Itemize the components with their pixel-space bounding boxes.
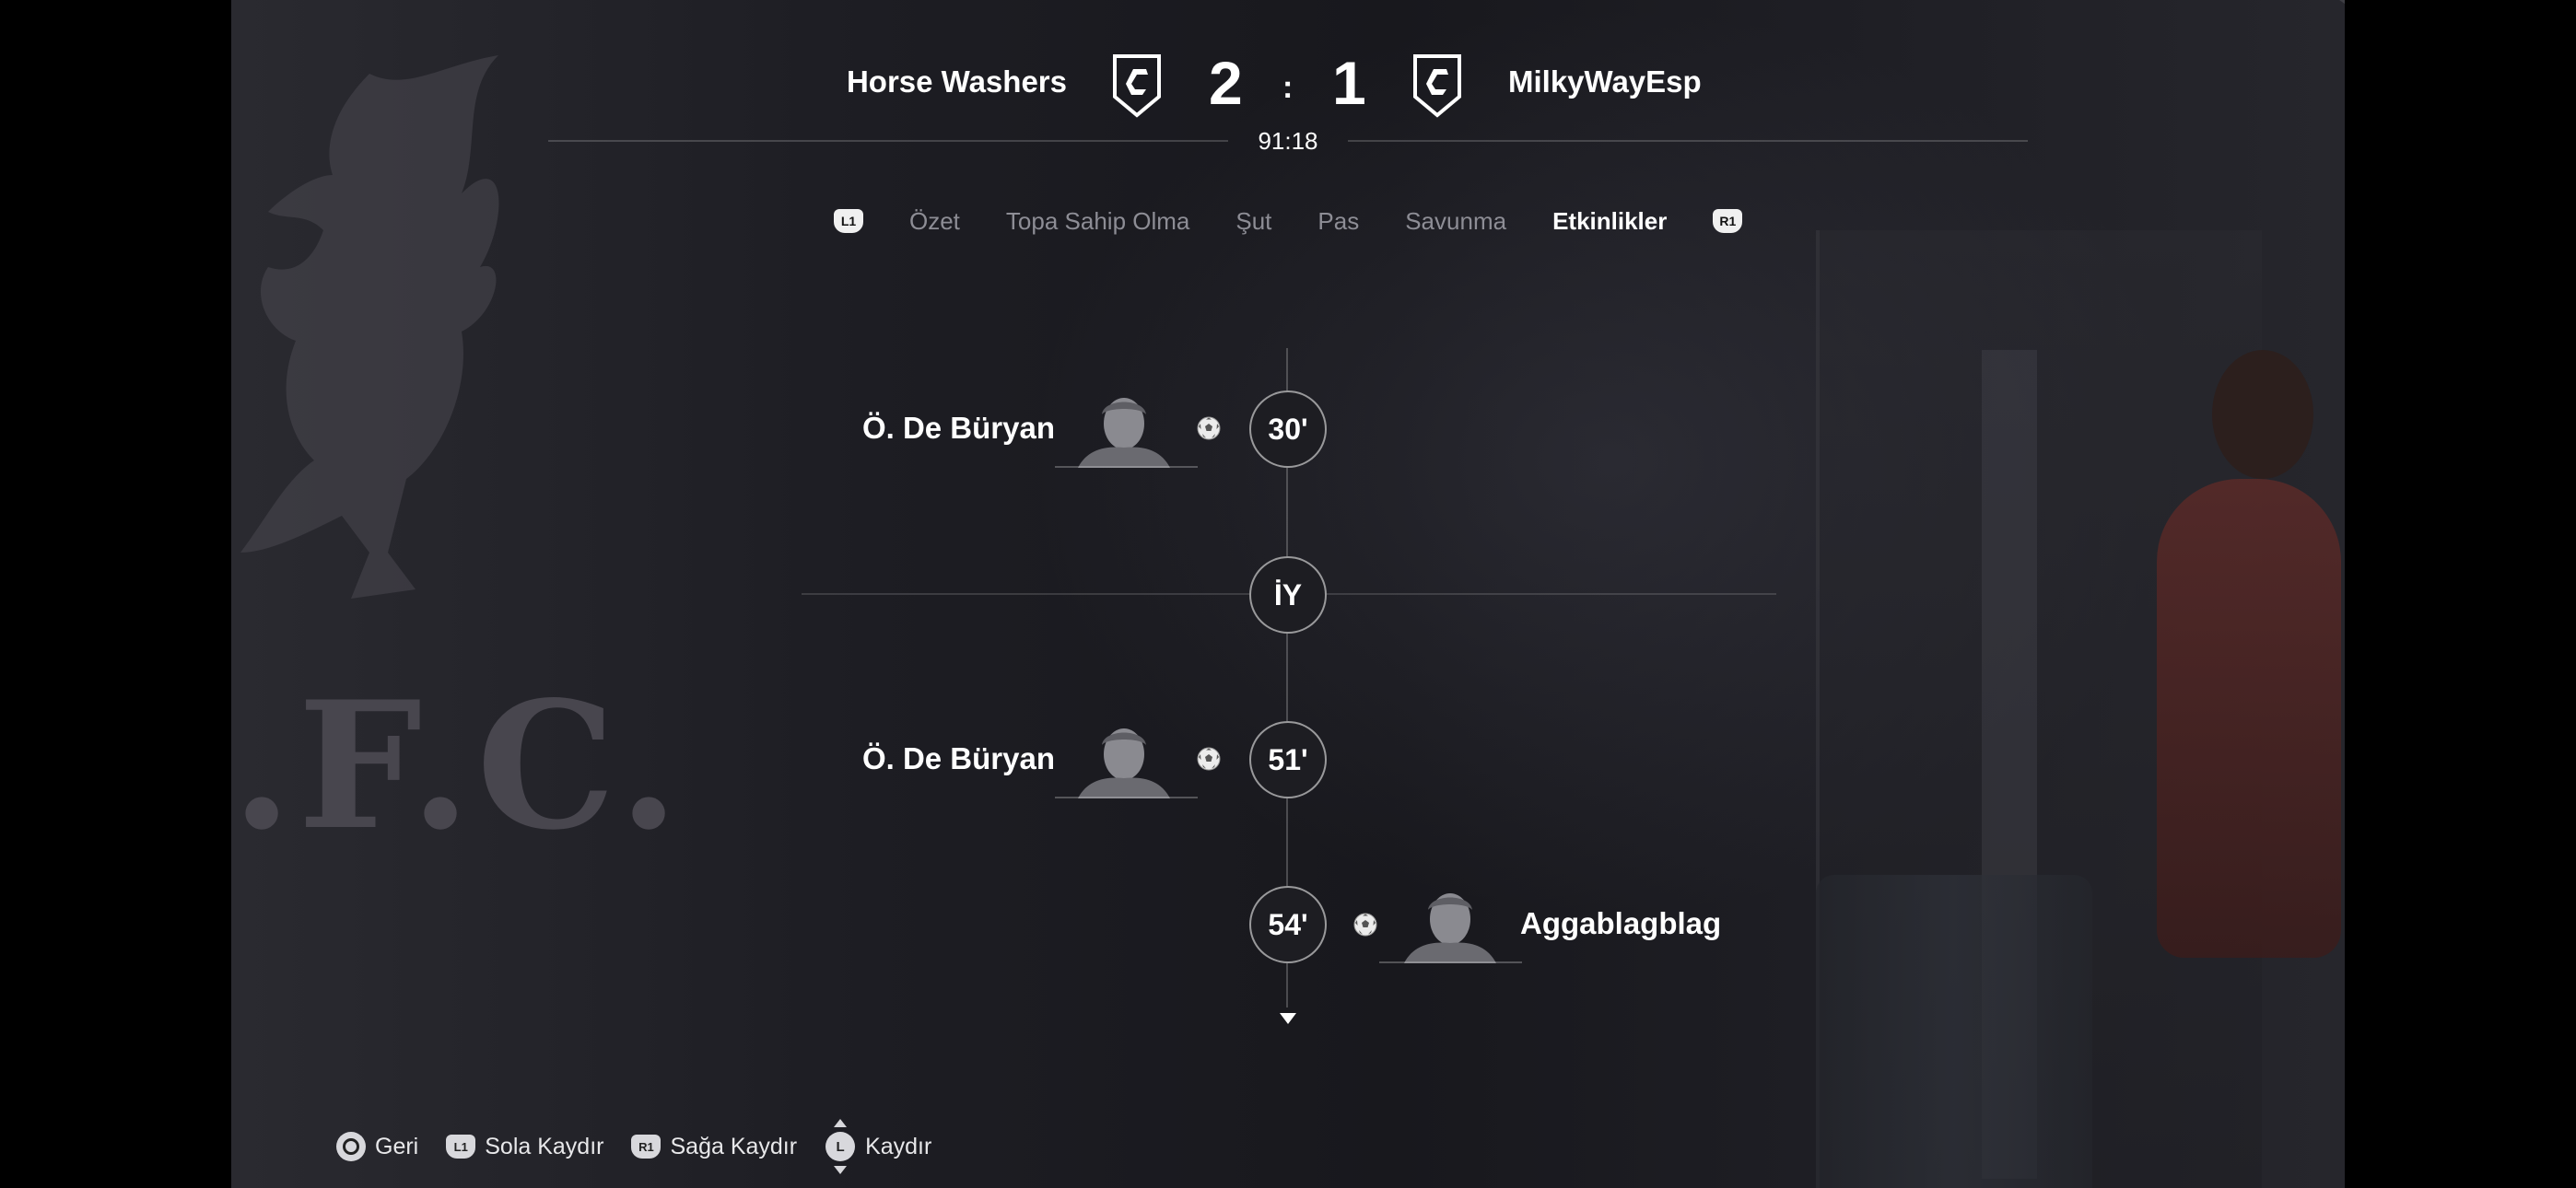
r1-button-icon: R1 <box>631 1135 662 1159</box>
away-club-crest-icon <box>1413 54 1461 118</box>
home-score: 2 <box>1209 49 1243 117</box>
tab-shooting[interactable]: Şut <box>1235 207 1271 236</box>
player-avatar-icon <box>1078 398 1170 468</box>
home-club-crest-icon <box>1113 54 1161 118</box>
background-steward-head <box>2212 350 2313 479</box>
scroll-left-prompt[interactable]: L1 Sola Kaydır <box>446 1134 603 1160</box>
tab-passing[interactable]: Pas <box>1317 207 1359 236</box>
header-divider-right <box>1348 140 2028 142</box>
tab-defending[interactable]: Savunma <box>1405 207 1506 236</box>
away-team-name: MilkyWayEsp <box>1508 64 1702 99</box>
avatar-underline <box>1055 466 1198 468</box>
button-prompt-bar: Geri L1 Sola Kaydır R1 Sağa Kaydır L Kay… <box>336 1119 959 1174</box>
l1-button-icon[interactable]: L1 <box>834 209 863 233</box>
background-steward-vest <box>2157 479 2341 958</box>
scroll-label: Kaydır <box>865 1133 932 1159</box>
tab-summary[interactable]: Özet <box>909 207 960 236</box>
left-stick-icon: L <box>825 1119 856 1174</box>
tab-possession[interactable]: Topa Sahip Olma <box>1006 207 1189 236</box>
home-team-name: Horse Washers <box>846 64 1067 99</box>
scroll-right-prompt[interactable]: R1 Sağa Kaydır <box>631 1134 797 1160</box>
avatar-underline <box>1055 797 1198 798</box>
stats-tab-bar: L1 Özet Topa Sahip Olma Şut Pas Savunma … <box>834 203 1743 239</box>
event-minute: 54' <box>1249 886 1327 963</box>
player-avatar-icon <box>1078 728 1170 798</box>
avatar-underline <box>1379 961 1522 963</box>
r1-button-icon[interactable]: R1 <box>1713 209 1743 233</box>
match-clock: 91:18 <box>1258 127 1318 155</box>
event-minute: 30' <box>1249 390 1327 468</box>
back-prompt[interactable]: Geri <box>336 1132 418 1161</box>
event-player-name: Aggablagblag <box>1520 906 1722 940</box>
scroll-left-label: Sola Kaydır <box>485 1133 604 1159</box>
tab-events[interactable]: Etkinlikler <box>1552 207 1667 236</box>
scroll-prompt[interactable]: L Kaydır <box>825 1119 931 1174</box>
background-barrel <box>1816 875 2092 1188</box>
background-lfc-lettering: .F.C. <box>231 663 685 868</box>
away-score: 1 <box>1332 49 1366 117</box>
event-minute: 51' <box>1249 721 1327 798</box>
event-player-name: Ö. De Büryan <box>861 741 1055 775</box>
player-avatar-icon <box>1404 893 1496 963</box>
event-player-name: Ö. De Büryan <box>861 411 1055 445</box>
soccer-ball-icon <box>1353 913 1377 937</box>
chevron-down-icon[interactable] <box>1280 1013 1296 1024</box>
l1-button-icon: L1 <box>446 1135 476 1159</box>
half-time-marker: İY <box>1249 556 1327 634</box>
match-header: Horse Washers 2 : 1 MilkyWayEsp 91:18 <box>0 0 2576 157</box>
circle-button-icon <box>336 1132 366 1161</box>
soccer-ball-icon <box>1197 416 1221 440</box>
scroll-right-label: Sağa Kaydır <box>670 1133 798 1159</box>
score-separator: : <box>1282 70 1294 105</box>
back-label: Geri <box>375 1133 419 1159</box>
header-divider-left <box>548 140 1228 142</box>
soccer-ball-icon <box>1197 747 1221 771</box>
